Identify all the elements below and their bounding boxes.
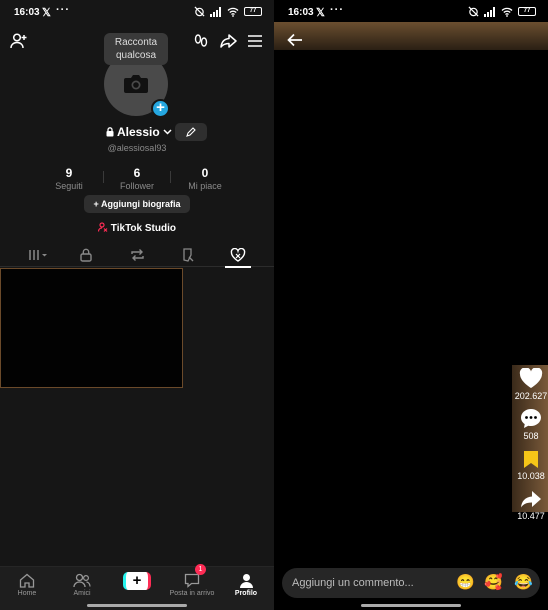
nav-friends[interactable]: Amici: [55, 571, 109, 597]
like-count: 202.627: [514, 391, 548, 401]
profile-screen: 16:03 𝕏 ··· 77 Racconta qualcosa + Aless…: [0, 0, 274, 610]
stat-following-value: 9: [65, 166, 73, 180]
bookmark-tag-icon: [182, 248, 193, 262]
lock-icon: [106, 127, 114, 137]
comment-count: 508: [523, 431, 539, 441]
video-player[interactable]: [274, 22, 548, 512]
tiktok-studio-link[interactable]: TikTok Studio: [0, 222, 274, 234]
tab-reposts[interactable]: [124, 243, 150, 267]
x-app-icon: 𝕏: [316, 7, 325, 19]
more-notifications-icon: ···: [56, 4, 70, 16]
heart-icon: [519, 367, 543, 388]
save-action[interactable]: 10.038: [514, 450, 548, 481]
alarm-off-icon: [468, 6, 479, 17]
bookmark-icon: [524, 451, 538, 468]
status-bar: 16:03 𝕏 ··· 77: [0, 0, 274, 24]
emoji-laugh[interactable]: 😂: [514, 573, 533, 591]
grid-filter-icon: [29, 250, 47, 260]
home-icon: [19, 573, 35, 588]
profile-icon: [239, 573, 253, 588]
lock-icon: [80, 248, 92, 262]
comment-icon: [521, 409, 541, 428]
share-profile-icon[interactable]: [217, 30, 239, 52]
more-notifications-icon: ···: [330, 4, 344, 16]
back-arrow-icon[interactable]: [284, 29, 306, 51]
tab-videos[interactable]: [26, 243, 52, 267]
repost-icon: [130, 249, 144, 261]
tab-liked[interactable]: [225, 243, 251, 268]
nav-profile[interactable]: Profilo: [219, 571, 273, 597]
comment-input[interactable]: Aggiungi un commento... 😁 🥰 😂: [282, 568, 540, 598]
video-screen: 16:03 𝕏 ··· 77 202.627 508 10.038 10.477…: [274, 0, 548, 610]
share-arrow-icon: [521, 491, 541, 508]
divider: [170, 171, 171, 183]
profile-handle: @alessiosal93: [107, 143, 167, 153]
status-time: 16:03: [288, 7, 314, 18]
add-photo-button[interactable]: +: [151, 99, 170, 118]
menu-icon[interactable]: [244, 30, 266, 52]
share-action[interactable]: 10.477: [514, 490, 548, 521]
stat-followers[interactable]: 6 Follower: [107, 166, 167, 191]
nav-friends-label: Amici: [73, 590, 91, 597]
inbox-icon: [184, 573, 200, 588]
stat-likes-value: 0: [201, 166, 209, 180]
stat-likes[interactable]: 0 Mi piace: [175, 166, 235, 191]
tiktok-studio-label: TikTok Studio: [110, 223, 176, 234]
status-time: 16:03: [14, 7, 40, 18]
comment-action[interactable]: 508: [514, 408, 548, 441]
home-indicator: [361, 604, 461, 607]
profile-name-row[interactable]: Alessio: [106, 125, 172, 139]
create-button[interactable]: +: [123, 572, 151, 590]
footprints-icon[interactable]: [190, 30, 212, 52]
friends-icon: [73, 573, 91, 587]
battery-icon: 77: [244, 7, 262, 16]
tab-private[interactable]: [73, 243, 99, 267]
stat-following-label: Seguiti: [55, 181, 83, 191]
heart-hidden-icon: [230, 248, 246, 262]
alarm-off-icon: [194, 6, 205, 17]
emoji-hearts[interactable]: 🥰: [484, 573, 503, 591]
add-friend-icon[interactable]: [8, 30, 30, 52]
nav-profile-label: Profilo: [234, 590, 258, 597]
edit-profile-button[interactable]: [175, 123, 207, 141]
nav-inbox[interactable]: Posta in arrivo: [164, 571, 220, 597]
pencil-icon: [186, 127, 196, 137]
signal-icon: [210, 6, 221, 17]
wifi-icon: [227, 7, 239, 17]
inbox-badge: 1: [195, 564, 206, 575]
stat-following[interactable]: 9 Seguiti: [39, 166, 99, 191]
video-edge-top: [274, 22, 548, 50]
add-bio-button[interactable]: + Aggiungi biografia: [84, 195, 190, 213]
bio-tooltip[interactable]: Racconta qualcosa: [104, 33, 168, 65]
comment-placeholder: Aggiungi un commento...: [292, 577, 414, 589]
tab-favorites[interactable]: [175, 243, 201, 267]
nav-inbox-label: Posta in arrivo: [169, 590, 215, 597]
emoji-grin[interactable]: 😁: [456, 573, 475, 591]
wifi-icon: [501, 7, 513, 17]
stat-followers-value: 6: [133, 166, 141, 180]
nav-home-label: Home: [17, 590, 37, 597]
camera-icon: [124, 75, 148, 93]
share-count: 10.477: [517, 511, 545, 521]
save-count: 10.038: [517, 471, 545, 481]
studio-icon: [97, 222, 108, 232]
like-action[interactable]: 202.627: [514, 367, 548, 401]
nav-home[interactable]: Home: [0, 571, 54, 597]
home-indicator: [87, 604, 187, 607]
chevron-down-icon: [163, 129, 172, 135]
divider: [103, 171, 104, 183]
video-thumbnail[interactable]: [0, 268, 183, 388]
status-bar: 16:03 𝕏 ··· 77: [274, 0, 548, 24]
stat-followers-label: Follower: [119, 181, 154, 191]
profile-name: Alessio: [117, 125, 160, 139]
signal-icon: [484, 6, 495, 17]
profile-tabs: [0, 243, 274, 268]
battery-icon: 77: [518, 7, 536, 16]
x-app-icon: 𝕏: [42, 7, 51, 19]
stat-likes-label: Mi piace: [188, 181, 222, 191]
